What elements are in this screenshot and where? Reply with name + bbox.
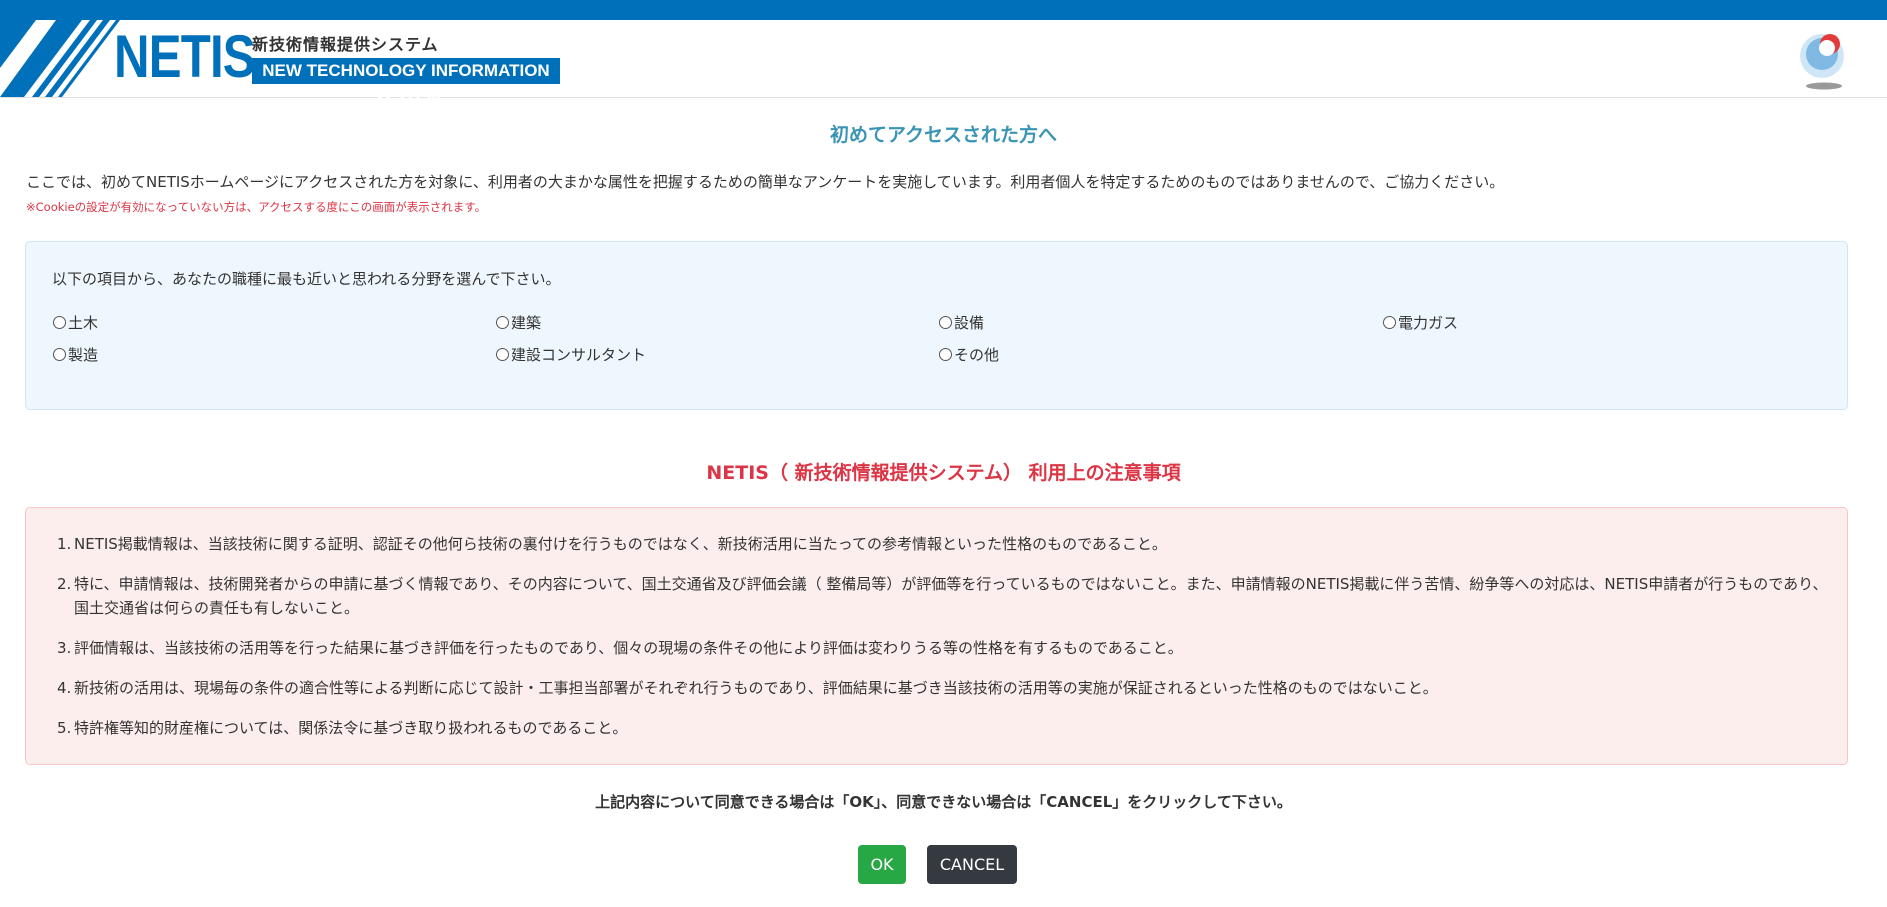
notice-item-number: 5. [57, 719, 72, 737]
top-bar [0, 0, 1887, 20]
notice-item-number: 3. [57, 639, 72, 657]
occupation-option-civil[interactable]: 土木 [53, 312, 98, 333]
logo-subtitle-jp: 新技術情報提供システム [252, 35, 439, 54]
option-label: 設備 [954, 314, 985, 332]
notice-item: 3. 評価情報は、当該技術の活用等を行った結果に基づき評価を行ったものであり、個… [57, 636, 1837, 660]
option-label: 建築 [511, 314, 542, 332]
netis-logo[interactable]: NETIS [114, 24, 256, 90]
notice-item-text: NETIS掲載情報は、当該技術に関する証明、認証その他何ら技術の裏付けを行うもの… [74, 535, 1167, 553]
notice-item: 4. 新技術の活用は、現場毎の条件の適合性等による判断に応じて設計・工事担当部署… [57, 676, 1837, 700]
option-label: 製造 [68, 346, 99, 364]
logo-stripes [0, 20, 120, 97]
notice-item-number: 2. [57, 575, 72, 593]
cookie-note: ※Cookieの設定が有効になっていない方は、アクセスする度にこの画面が表示され… [26, 200, 487, 214]
intro-text: ここでは、初めてNETISホームページにアクセスされた方を対象に、利用者の大まか… [26, 173, 1505, 191]
mlit-emblem-icon [1800, 34, 1844, 90]
logo-subtitle-en: NEW TECHNOLOGY INFORMATION SYSTEM [252, 58, 560, 106]
occupation-survey-panel: 以下の項目から、あなたの職種に最も近いと思われる分野を選んで下さい。 土木 建築… [25, 241, 1848, 410]
notice-item-text: 新技術の活用は、現場毎の条件の適合性等による判断に応じて設計・工事担当部署がそれ… [74, 679, 1438, 697]
occupation-option-power-gas[interactable]: 電力ガス [1383, 312, 1458, 333]
occupation-option-consultant[interactable]: 建設コンサルタント [496, 344, 646, 365]
notice-panel: 1. NETIS掲載情報は、当該技術に関する証明、認証その他何ら技術の裏付けを行… [25, 507, 1848, 765]
radio-button[interactable] [496, 316, 509, 329]
option-label: 建設コンサルタント [511, 346, 647, 364]
radio-button[interactable] [496, 348, 509, 361]
notice-item-number: 1. [57, 535, 72, 553]
notice-item-text: 評価情報は、当該技術の活用等を行った結果に基づき評価を行ったものであり、個々の現… [74, 639, 1183, 657]
radio-button[interactable] [939, 348, 952, 361]
notice-item: 2. 特に、申請情報は、技術開発者からの申請に基づく情報であり、その内容について… [57, 572, 1837, 620]
occupation-option-other[interactable]: その他 [939, 344, 999, 365]
survey-question: 以下の項目から、あなたの職種に最も近いと思われる分野を選んで下さい。 [52, 270, 561, 288]
welcome-title: 初めてアクセスされた方へ [829, 124, 1058, 146]
cancel-button[interactable]: CANCEL [927, 845, 1017, 884]
occupation-option-architecture[interactable]: 建築 [496, 312, 541, 333]
notice-item-text: 特に、申請情報は、技術開発者からの申請に基づく情報であり、その内容について、国土… [74, 575, 1828, 617]
radio-button[interactable] [1383, 316, 1396, 329]
notice-item: 1. NETIS掲載情報は、当該技術に関する証明、認証その他何ら技術の裏付けを行… [57, 532, 1837, 556]
occupation-option-manufacturing[interactable]: 製造 [53, 344, 98, 365]
option-label: 電力ガス [1398, 314, 1459, 332]
ok-button[interactable]: OK [858, 845, 906, 884]
option-label: その他 [954, 346, 1000, 364]
notice-item-number: 4. [57, 679, 72, 697]
option-label: 土木 [68, 314, 99, 332]
radio-button[interactable] [53, 316, 66, 329]
site-header: NETIS 新技術情報提供システム NEW TECHNOLOGY INFORMA… [0, 20, 1887, 106]
notice-title: NETIS（ 新技術情報提供システム） 利用上の注意事項 [706, 462, 1181, 484]
confirm-instruction: 上記内容について同意できる場合は「OK」、同意できない場合は「CANCEL」をク… [595, 793, 1292, 811]
radio-button[interactable] [939, 316, 952, 329]
occupation-option-equipment[interactable]: 設備 [939, 312, 984, 333]
notice-item: 5. 特許権等知的財産権については、関係法令に基づき取り扱われるものであること。 [57, 716, 1837, 740]
radio-button[interactable] [53, 348, 66, 361]
notice-item-text: 特許権等知的財産権については、関係法令に基づき取り扱われるものであること。 [74, 719, 628, 737]
